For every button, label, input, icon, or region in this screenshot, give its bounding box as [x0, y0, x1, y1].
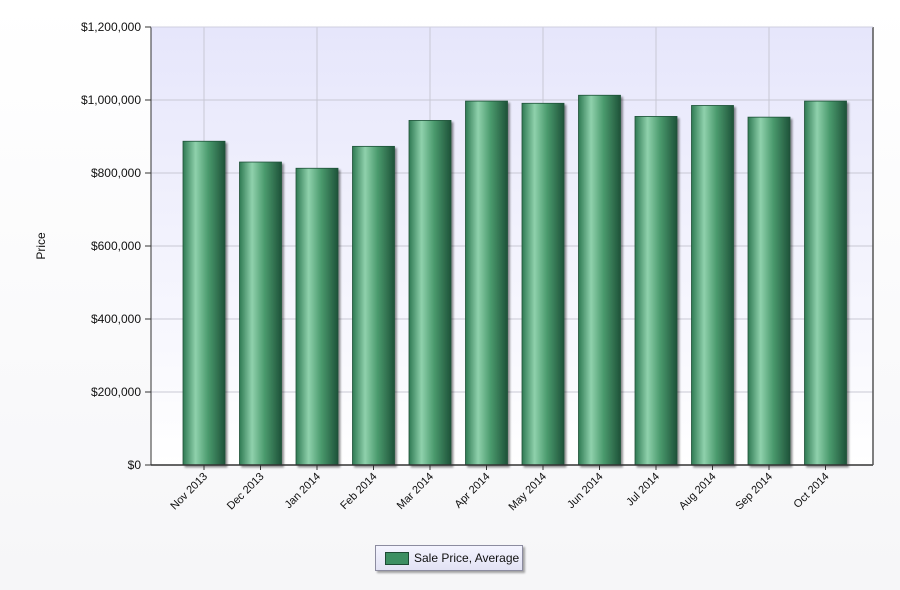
y-tick-label: $600,000	[91, 239, 141, 253]
y-tick-label: $1,000,000	[81, 93, 141, 107]
x-tick-label: Aug 2014	[677, 471, 719, 513]
x-tick-label: Mar 2014	[395, 471, 436, 512]
bar-sep-2014	[747, 116, 791, 466]
legend-label: Sale Price, Average	[414, 551, 520, 565]
bar-jul-2014	[634, 116, 678, 466]
bar-dec-2013	[239, 161, 282, 466]
bar-aug-2014	[691, 105, 734, 466]
bar-apr-2014	[465, 100, 508, 466]
bar-may-2014	[521, 102, 565, 466]
y-tick-label: $400,000	[91, 312, 141, 326]
bar-mar-2014	[408, 120, 452, 466]
x-tick-label: Jun 2014	[565, 471, 605, 511]
bar-oct-2014	[804, 100, 847, 466]
x-tick-label: Nov 2013	[168, 471, 210, 513]
x-tick-label: May 2014	[506, 471, 549, 514]
y-tick-label: $800,000	[91, 166, 141, 180]
x-tick-label: Jan 2014	[283, 471, 323, 511]
x-tick-label: Apr 2014	[453, 471, 493, 511]
bar-jan-2014	[295, 167, 339, 466]
bar-nov-2013	[182, 140, 226, 466]
chart-container: $0 $200,000 $400,000 $600,000 $800,000 $1,000…	[0, 0, 900, 590]
x-tick-label: Dec 2013	[225, 471, 267, 513]
x-tick-label: Jul 2014	[624, 471, 662, 509]
legend-swatch	[385, 551, 409, 565]
y-tick-label: $200,000	[91, 385, 141, 399]
x-tick-label: Sep 2014	[733, 471, 775, 513]
y-axis-title: Price	[34, 232, 48, 260]
legend: Sale Price, Average	[375, 545, 523, 571]
y-tick-label: $1,200,000	[81, 20, 141, 34]
bar-feb-2014	[352, 145, 395, 466]
y-tick-label: $0	[128, 458, 142, 472]
bar-jun-2014	[578, 94, 621, 466]
x-tick-label: Feb 2014	[338, 471, 379, 512]
x-tick-label: Oct 2014	[792, 471, 832, 511]
bar-chart: $0 $200,000 $400,000 $600,000 $800,000 $1,000…	[34, 20, 874, 514]
